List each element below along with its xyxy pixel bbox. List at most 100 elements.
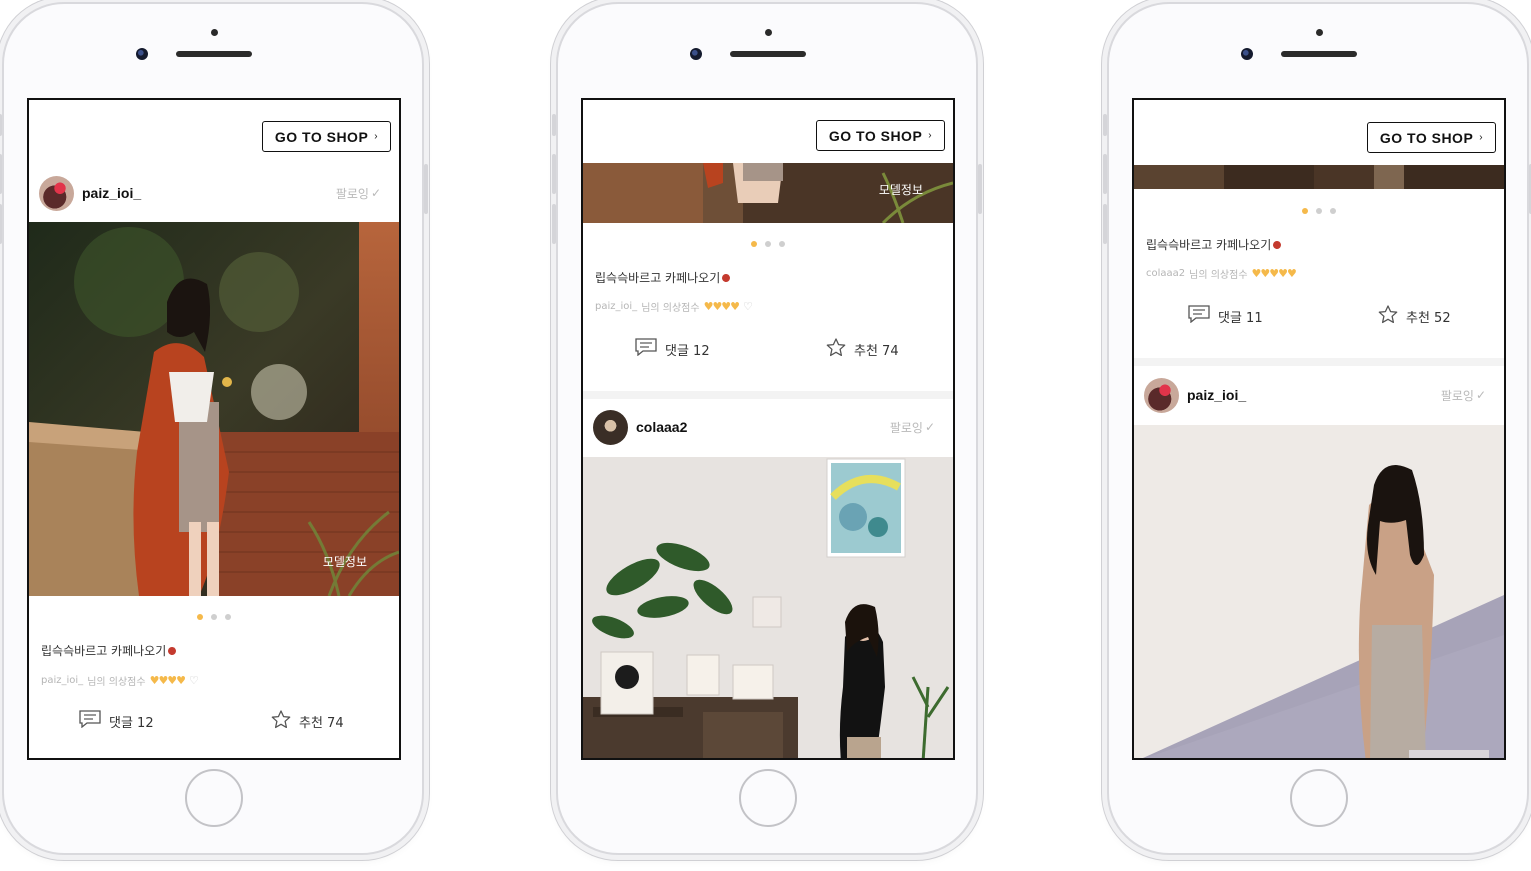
heart-outline-icon: ♡ bbox=[189, 674, 199, 687]
recommend-button[interactable]: 추천 74 bbox=[271, 710, 344, 733]
comment-button[interactable]: 댓글 12 bbox=[635, 338, 710, 360]
star-icon bbox=[826, 338, 846, 361]
post-header: paiz_ioi_ 팔로잉 ✓ bbox=[1134, 370, 1504, 420]
follow-button[interactable]: 팔로잉 ✓ bbox=[1441, 387, 1486, 404]
go-to-shop-label: GO TO SHOP bbox=[274, 128, 369, 145]
model-info-link[interactable]: 모델정보 bbox=[879, 181, 923, 198]
front-camera-icon bbox=[690, 48, 702, 60]
check-icon: ✓ bbox=[370, 186, 381, 200]
phone-frame-1: GO TO SHOP › paiz_ioi_ 팔로잉 ✓ 모델정보 립슥슥바르고… bbox=[0, 2, 428, 855]
comment-button[interactable]: 댓글 11 bbox=[1188, 305, 1263, 327]
model-info-link[interactable]: 모델정보 bbox=[323, 553, 367, 570]
post-photo[interactable] bbox=[583, 457, 953, 758]
heart-icon: ♥♥♥♥ bbox=[703, 300, 740, 313]
score-username: paiz_ioi_ bbox=[595, 301, 638, 312]
post-caption: 립슥슥바르고 카페나오기 bbox=[1146, 236, 1283, 253]
score-label: 님의 의상점수 bbox=[87, 677, 146, 688]
caption-text: 립슥슥바르고 카페나오기 bbox=[41, 644, 167, 658]
earpiece-speaker bbox=[1281, 51, 1357, 57]
carousel-dot[interactable] bbox=[751, 241, 757, 247]
post-separator bbox=[1134, 358, 1504, 366]
home-button[interactable] bbox=[739, 769, 797, 827]
recommend-count: 추천 52 bbox=[1406, 311, 1451, 326]
follow-button[interactable]: 팔로잉 ✓ bbox=[890, 419, 935, 436]
post-separator bbox=[583, 391, 953, 399]
comment-count: 댓글 11 bbox=[1218, 310, 1263, 326]
carousel-dot[interactable] bbox=[225, 614, 231, 620]
chevron-right-icon: › bbox=[928, 130, 933, 141]
score-username: paiz_ioi_ bbox=[41, 675, 84, 686]
score-username: colaaa2 bbox=[1146, 268, 1186, 279]
avatar[interactable] bbox=[1144, 377, 1179, 413]
post-caption: 립슥슥바르고 카페나오기 bbox=[41, 642, 178, 659]
app-screen-1: GO TO SHOP › paiz_ioi_ 팔로잉 ✓ 모델정보 립슥슥바르고… bbox=[27, 98, 401, 760]
comment-count: 댓글 12 bbox=[109, 715, 154, 731]
recommend-count: 추천 74 bbox=[299, 716, 344, 731]
post-photo[interactable] bbox=[1134, 165, 1504, 189]
heart-outline-icon: ♡ bbox=[743, 300, 753, 313]
check-icon: ✓ bbox=[1475, 388, 1486, 402]
front-camera-icon bbox=[136, 48, 148, 60]
carousel-dots bbox=[1134, 208, 1504, 214]
front-camera-icon bbox=[1241, 48, 1253, 60]
post-actions: 댓글 12 추천 74 bbox=[583, 338, 953, 368]
go-to-shop-button[interactable]: GO TO SHOP › bbox=[262, 121, 391, 152]
carousel-dot[interactable] bbox=[1316, 208, 1322, 214]
comment-icon bbox=[635, 338, 657, 360]
follow-label: 팔로잉 bbox=[1440, 388, 1474, 403]
follow-label: 팔로잉 bbox=[889, 420, 923, 435]
username[interactable]: paiz_ioi_ bbox=[1187, 387, 1246, 403]
comment-button[interactable]: 댓글 12 bbox=[79, 710, 154, 732]
avatar[interactable] bbox=[39, 175, 74, 211]
carousel-dot[interactable] bbox=[197, 614, 203, 620]
score-label: 님의 의상점수 bbox=[641, 303, 700, 314]
post-caption: 립슥슥바르고 카페나오기 bbox=[595, 269, 732, 286]
post-photo[interactable]: 모델정보 bbox=[583, 163, 953, 223]
carousel-dot[interactable] bbox=[1330, 208, 1336, 214]
check-icon: ✓ bbox=[924, 420, 935, 434]
heart-icon: ♥♥♥♥♥ bbox=[1251, 267, 1297, 280]
phone-frame-3: GO TO SHOP › 립슥슥바르고 카페나오기 colaaa2 님의 의상점… bbox=[1103, 2, 1531, 855]
carousel-dot[interactable] bbox=[779, 241, 785, 247]
follow-button[interactable]: 팔로잉 ✓ bbox=[336, 185, 381, 202]
lipstick-icon bbox=[1271, 239, 1283, 250]
chevron-right-icon: › bbox=[1479, 132, 1484, 143]
carousel-dots bbox=[29, 614, 399, 620]
carousel-dot[interactable] bbox=[1302, 208, 1308, 214]
avatar[interactable] bbox=[593, 409, 628, 445]
go-to-shop-button[interactable]: GO TO SHOP › bbox=[816, 120, 945, 151]
follow-label: 팔로잉 bbox=[335, 186, 369, 201]
app-screen-2: GO TO SHOP › 모델정보 립슥슥바르고 카페나오기 paiz_ioi_… bbox=[581, 98, 955, 760]
caption-text: 립슥슥바르고 카페나오기 bbox=[1146, 238, 1272, 252]
proximity-sensor bbox=[211, 29, 218, 36]
lipstick-icon bbox=[720, 272, 732, 283]
post-photo[interactable] bbox=[1134, 425, 1504, 758]
post-photo[interactable]: 모델정보 bbox=[29, 222, 399, 596]
recommend-button[interactable]: 추천 52 bbox=[1378, 305, 1451, 328]
earpiece-speaker bbox=[730, 51, 806, 57]
lipstick-icon bbox=[166, 645, 178, 656]
caption-text: 립슥슥바르고 카페나오기 bbox=[595, 271, 721, 285]
username[interactable]: paiz_ioi_ bbox=[82, 185, 141, 201]
proximity-sensor bbox=[1316, 29, 1323, 36]
comment-count: 댓글 12 bbox=[665, 343, 710, 359]
home-button[interactable] bbox=[185, 769, 243, 827]
post-header: paiz_ioi_ 팔로잉 ✓ bbox=[29, 168, 399, 218]
recommend-button[interactable]: 추천 74 bbox=[826, 338, 899, 361]
star-icon bbox=[271, 710, 291, 733]
carousel-dot[interactable] bbox=[765, 241, 771, 247]
carousel-dot[interactable] bbox=[211, 614, 217, 620]
phone-frame-2: GO TO SHOP › 모델정보 립슥슥바르고 카페나오기 paiz_ioi_… bbox=[552, 2, 982, 855]
outfit-score: colaaa2 님의 의상점수 ♥♥♥♥♥ bbox=[1146, 266, 1297, 281]
chevron-right-icon: › bbox=[374, 131, 379, 142]
post-actions: 댓글 12 추천 74 bbox=[29, 710, 399, 740]
go-to-shop-label: GO TO SHOP bbox=[1379, 129, 1474, 146]
go-to-shop-button[interactable]: GO TO SHOP › bbox=[1367, 122, 1496, 153]
outfit-score: paiz_ioi_ 님의 의상점수 ♥♥♥♥ ♡ bbox=[41, 673, 199, 688]
score-label: 님의 의상점수 bbox=[1189, 270, 1248, 281]
proximity-sensor bbox=[765, 29, 772, 36]
post-actions: 댓글 11 추천 52 bbox=[1134, 305, 1504, 335]
username[interactable]: colaaa2 bbox=[636, 419, 687, 435]
home-button[interactable] bbox=[1290, 769, 1348, 827]
carousel-dots bbox=[583, 241, 953, 247]
